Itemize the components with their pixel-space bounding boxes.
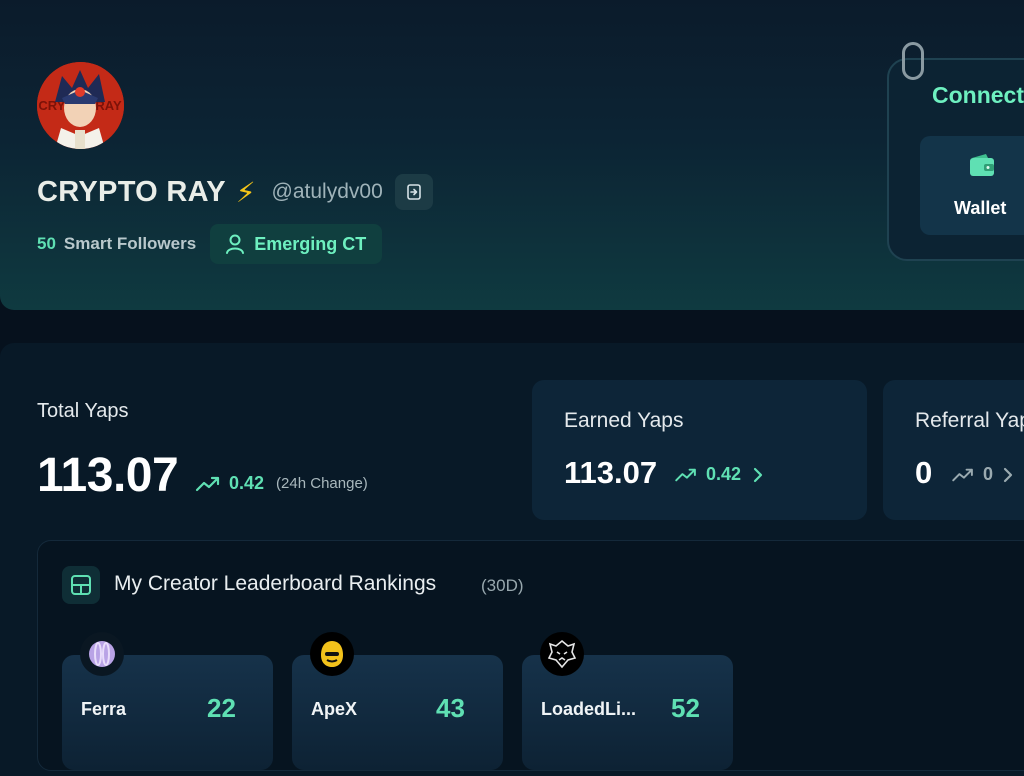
referral-yaps-label: Referral Yaps [915, 409, 1024, 432]
leaderboard-item-rank: 43 [436, 693, 465, 723]
referral-yaps-change: 0 [951, 464, 1013, 485]
total-yaps-change-note: (24h Change) [276, 475, 368, 492]
badge-label: Emerging CT [254, 233, 367, 254]
leaderboard-icon-wrapper [62, 566, 100, 604]
referral-yaps-value: 0 [915, 455, 933, 490]
display-name: CRYPTO RAY [37, 175, 226, 208]
total-yaps-value: 113.07 [37, 449, 179, 502]
earned-yaps-label: Earned Yaps [564, 409, 684, 432]
profile-name-row: CRYPTO RAY ⚡ @atulydv00 [37, 172, 433, 212]
total-yaps-change-value: 0.42 [229, 473, 265, 493]
leaderboard-title: My Creator Leaderboard Rankings [114, 572, 437, 595]
leaderboard-item-rank: 52 [671, 693, 700, 723]
smart-followers-count: 50 [37, 234, 56, 253]
apex-logo-icon [310, 632, 354, 676]
wallet-button[interactable]: Wallet [920, 136, 1024, 235]
leaderboard-item-name: LoadedLi... [541, 699, 637, 719]
trend-up-icon [195, 476, 220, 491]
leaderboard-item-rank: 22 [207, 693, 236, 723]
status-badge: Emerging CT [210, 224, 383, 264]
profile-handle[interactable]: @atulydv00 [272, 180, 383, 204]
trend-up-icon [675, 468, 696, 481]
layout-grid-icon [71, 575, 91, 595]
followers-row: 50 Smart Followers Emerging CT [37, 224, 383, 264]
connect-title: Connect [932, 82, 1024, 108]
trend-up-icon [952, 468, 973, 481]
earned-yaps-change-value: 0.42 [706, 464, 742, 484]
earned-yaps-card[interactable]: Earned Yaps 113.07 0.42 [532, 380, 867, 520]
loadedlions-logo-icon [540, 632, 584, 676]
leaderboard-item-name: ApeX [311, 699, 358, 719]
avatar-illustration: CRYPTO RAY [37, 62, 124, 149]
referral-yaps-change-value: 0 [983, 464, 994, 484]
avatar: CRYPTO RAY [37, 62, 124, 149]
total-yaps-change: 0.42 (24h Change) [195, 473, 368, 494]
ferra-logo-icon [80, 632, 124, 676]
referral-yaps-card[interactable]: Referral Yaps 0 0 [883, 380, 1024, 520]
wallet-icon [970, 154, 994, 176]
smart-followers-label: Smart Followers [63, 234, 197, 253]
chevron-right-icon[interactable] [1003, 467, 1013, 483]
total-yaps-label: Total Yaps [37, 400, 129, 422]
logout-icon [406, 184, 421, 200]
earned-yaps-value: 113.07 [564, 455, 658, 490]
logout-button[interactable] [394, 174, 433, 210]
earned-yaps-change: 0.42 [674, 464, 763, 485]
chevron-right-icon[interactable] [753, 467, 763, 483]
binder-ring-icon [902, 42, 924, 80]
wallet-label: Wallet [954, 198, 1007, 218]
user-icon [226, 234, 245, 254]
leaderboard-item-name: Ferra [81, 699, 127, 719]
leaderboard-period: (30D) [481, 576, 524, 595]
lightning-emoji: ⚡ [235, 176, 256, 208]
